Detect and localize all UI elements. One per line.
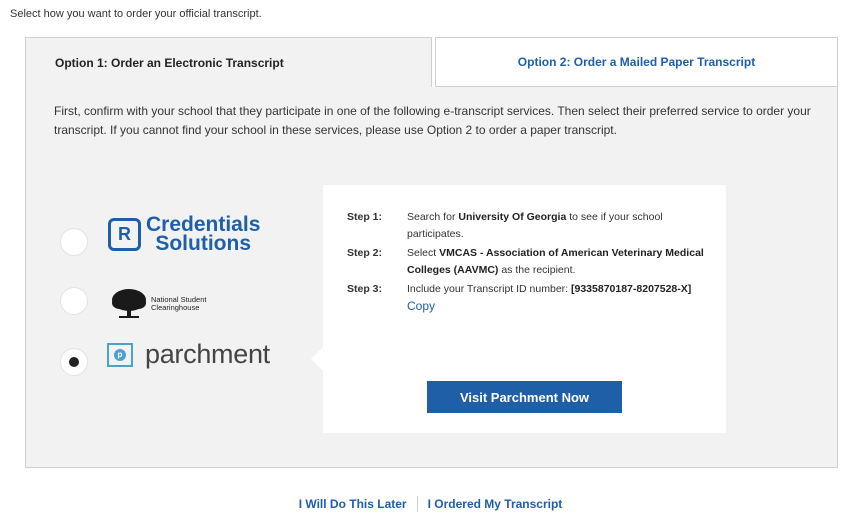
step-label: Step 1: [347,211,383,223]
tab-electronic-transcript[interactable]: Option 1: Order an Electronic Transcript [25,37,432,87]
electronic-transcript-panel: First, confirm with your school that the… [25,87,838,468]
step-1: Step 1: Search for University Of Georgia… [347,209,707,243]
do-this-later-link[interactable]: I Will Do This Later [299,497,407,511]
card-pointer [311,347,323,371]
step-2: Step 2: Select VMCAS - Association of Am… [347,245,707,279]
step-3: Step 3: Include your Transcript ID numbe… [347,281,707,316]
step-label: Step 3: [347,283,383,295]
nsc-radio[interactable] [60,287,88,315]
nsc-option[interactable] [60,287,88,315]
tab-mailed-label: Option 2: Order a Mailed Paper Transcrip… [517,55,756,69]
parchment-radio[interactable] [60,348,88,376]
credentials-option[interactable] [60,228,88,256]
visit-parchment-button[interactable]: Visit Parchment Now [427,381,622,413]
credentials-solutions-logo: R Credentials Solutions [108,214,260,255]
credentials-radio[interactable] [60,228,88,256]
instructions-text: First, confirm with your school that the… [54,104,811,137]
credentials-logo-line2: Solutions [155,232,252,255]
steps-list: Step 1: Search for University Of Georgia… [347,209,707,318]
parchment-instructions-card: Step 1: Search for University Of Georgia… [311,185,726,433]
intro-text: Select how you want to order your offici… [10,8,262,20]
transcript-option-tabs: Option 1: Order an Electronic Transcript… [25,37,838,87]
parchment-logo-text: parchment [145,339,270,369]
ordered-transcript-link[interactable]: I Ordered My Transcript [428,497,563,511]
nsc-logo-line2: Clearinghouse [151,303,200,312]
tab-mailed-transcript[interactable]: Option 2: Order a Mailed Paper Transcrip… [435,37,838,87]
copy-transcript-id-link[interactable]: Copy [407,299,435,313]
parchment-logo: p parchment [107,339,270,370]
tree-icon [112,289,146,318]
credentials-mark-icon: R [108,217,141,251]
step-label: Step 2: [347,247,383,259]
parchment-option[interactable] [60,348,88,376]
footer-links: I Will Do This Later I Ordered My Transc… [0,496,861,512]
parchment-mark-icon: p [107,342,133,367]
footer-divider [416,496,418,512]
national-student-clearinghouse-logo: National Student Clearinghouse [109,287,206,321]
tab-electronic-label: Option 1: Order an Electronic Transcript [55,55,284,70]
